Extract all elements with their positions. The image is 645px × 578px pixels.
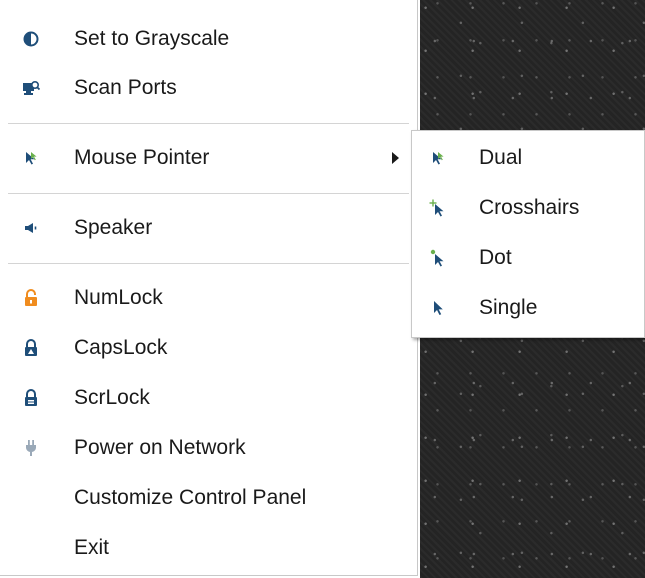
menu-item-label: ScrLock bbox=[74, 386, 150, 409]
speaker-icon bbox=[22, 219, 40, 237]
context-menu: Set to Grayscale Scan Ports Mouse Pointe… bbox=[0, 0, 418, 576]
menu-item-capslock[interactable]: CapsLock bbox=[0, 325, 417, 371]
menu-item-label: Set to Grayscale bbox=[74, 27, 230, 50]
pointer-single-icon bbox=[429, 299, 447, 317]
menu-separator bbox=[8, 263, 409, 264]
submenu-arrow-icon bbox=[392, 152, 399, 164]
power-plug-icon bbox=[22, 439, 40, 457]
menu-item-label: Scan Ports bbox=[74, 76, 177, 99]
menu-separator bbox=[8, 193, 409, 194]
menu-separator bbox=[8, 123, 409, 124]
scan-ports-icon bbox=[22, 79, 40, 97]
menu-item-exit[interactable]: Exit bbox=[0, 525, 417, 571]
menu-item-label: NumLock bbox=[74, 286, 163, 309]
pointer-crosshairs-icon bbox=[429, 199, 447, 217]
menu-item-label: Exit bbox=[74, 536, 110, 559]
menu-item-power-on-network[interactable]: Power on Network bbox=[0, 425, 417, 471]
menu-item-label: CapsLock bbox=[74, 336, 168, 359]
menu-item-label: Power on Network bbox=[74, 436, 246, 459]
submenu-item-label: Dot bbox=[479, 246, 512, 269]
submenu-item-dot[interactable]: Dot bbox=[412, 235, 644, 281]
menu-item-label: Speaker bbox=[74, 216, 153, 239]
submenu-item-label: Single bbox=[479, 296, 538, 319]
pointer-dot-icon bbox=[429, 249, 447, 267]
menu-item-label: Mouse Pointer bbox=[74, 146, 210, 169]
menu-item-scrlock[interactable]: ScrLock bbox=[0, 375, 417, 421]
pointer-dual-icon bbox=[429, 149, 447, 167]
lock-scroll-icon bbox=[22, 389, 40, 407]
submenu-item-crosshairs[interactable]: Crosshairs bbox=[412, 185, 644, 231]
menu-item-mouse-pointer[interactable]: Mouse Pointer bbox=[0, 135, 417, 181]
submenu-item-label: Dual bbox=[479, 146, 523, 169]
menu-item-speaker[interactable]: Speaker bbox=[0, 205, 417, 251]
submenu-item-single[interactable]: Single bbox=[412, 285, 644, 331]
menu-item-scan-ports[interactable]: Scan Ports bbox=[0, 65, 417, 111]
contrast-icon bbox=[22, 30, 40, 48]
lock-caps-icon bbox=[22, 339, 40, 357]
mouse-pointer-submenu: Dual Crosshairs Dot Single bbox=[411, 130, 645, 338]
menu-item-numlock[interactable]: NumLock bbox=[0, 275, 417, 321]
submenu-item-label: Crosshairs bbox=[479, 196, 580, 219]
mouse-pointer-icon bbox=[22, 149, 40, 167]
lock-open-icon bbox=[22, 289, 40, 307]
menu-item-label: Customize Control Panel bbox=[74, 486, 307, 509]
submenu-item-dual[interactable]: Dual bbox=[412, 135, 644, 181]
menu-item-set-to-grayscale[interactable]: Set to Grayscale bbox=[0, 16, 417, 62]
menu-item-customize-control-panel[interactable]: Customize Control Panel bbox=[0, 475, 417, 521]
